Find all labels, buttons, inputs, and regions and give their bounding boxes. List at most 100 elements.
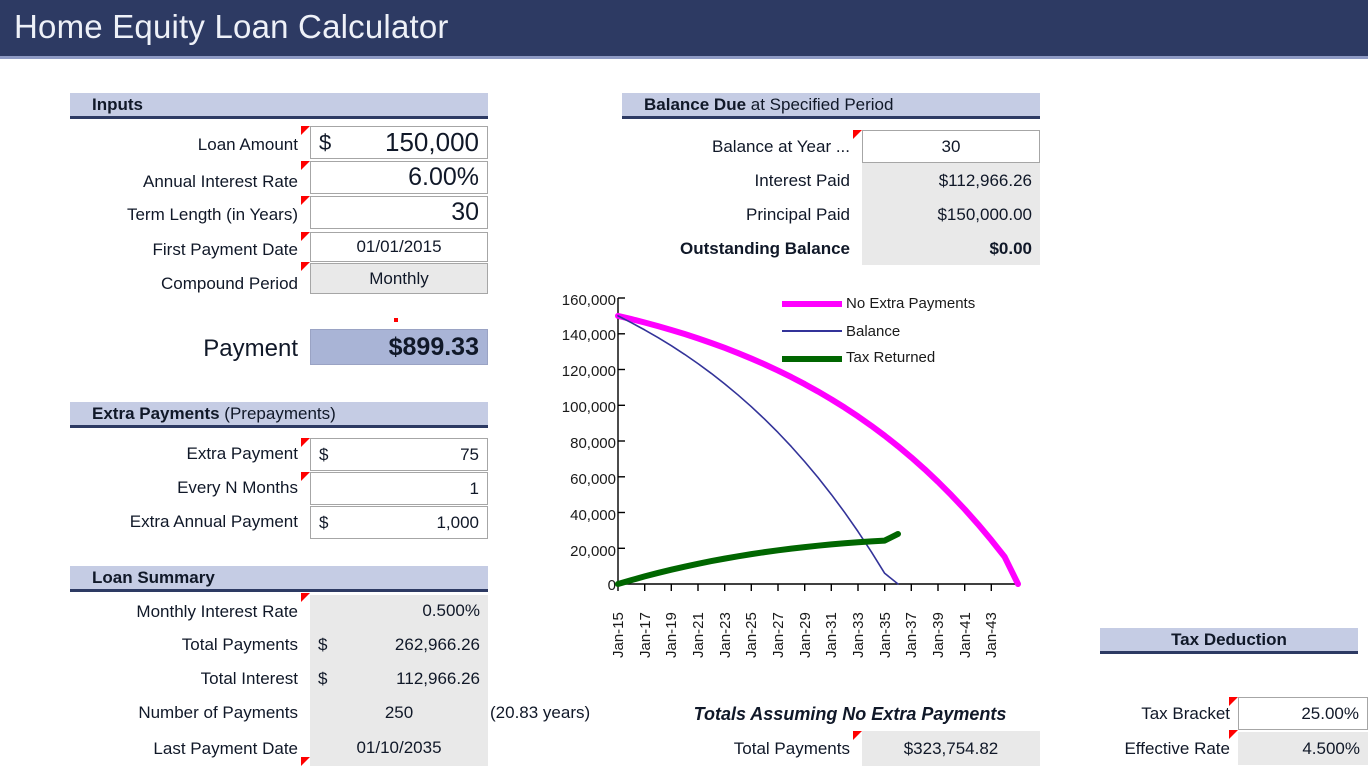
x-tick-7: Jan-29 <box>797 612 814 658</box>
x-tick-0: Jan-15 <box>610 612 627 658</box>
extra-payment-currency-symbol: $ <box>319 444 329 464</box>
x-tick-5: Jan-25 <box>743 612 760 658</box>
monthly-interest-rate-value: 0.500% <box>422 600 480 620</box>
interest-paid-value: $112,966.26 <box>938 170 1032 190</box>
value-totals-no-extra-total-payments-cell: $323,754.82 <box>862 731 1040 766</box>
principal-paid-value: $150,000.00 <box>937 204 1032 224</box>
totals-no-extra-heading: Totals Assuming No Extra Payments <box>693 704 1007 724</box>
value-number-of-payments-cell: 250 <box>310 697 488 728</box>
comment-marker-compound-period[interactable] <box>301 262 310 271</box>
value-total-payments-cell: $ 262,966.26 <box>310 629 488 660</box>
label-compound-period: Compound Period <box>160 274 298 293</box>
app-title-bar: Home Equity Loan Calculator <box>0 0 1368 59</box>
total-payments-value: 262,966.26 <box>394 634 480 654</box>
chart-plot-svg <box>615 297 1021 591</box>
label-annual-interest-rate: Annual Interest Rate <box>143 172 298 191</box>
comment-marker-totals-no-extra-total-payments[interactable] <box>853 731 862 740</box>
total-interest-value: 112,966.26 <box>396 668 480 688</box>
comment-marker-balance-at-year[interactable] <box>853 130 862 139</box>
x-tick-14: Jan-43 <box>983 612 1000 658</box>
term-length-value: 30 <box>451 198 479 226</box>
effective-rate-value: 4.500% <box>1302 738 1360 758</box>
balance-due-section-header: Balance Due at Specified Period <box>622 93 1040 119</box>
extra-payments-header-label: Extra Payments <box>92 404 220 423</box>
outstanding-balance-value: $0.00 <box>989 238 1032 258</box>
x-tick-9: Jan-33 <box>850 612 867 658</box>
comment-marker-every-n-months[interactable] <box>301 472 310 481</box>
legend-label-no-extra-payments: No Extra Payments <box>846 295 976 312</box>
value-outstanding-balance-cell: $0.00 <box>862 233 1040 264</box>
amortization-chart: 160,000 140,000 120,000 100,000 80,000 6… <box>528 290 1048 660</box>
extra-payments-section-header: Extra Payments (Prepayments) <box>70 402 488 428</box>
label-payment: Payment <box>203 335 298 362</box>
legend-label-tax-returned: Tax Returned <box>846 349 936 366</box>
label-number-of-payments: Number of Payments <box>138 703 298 722</box>
input-every-n-months[interactable]: 1 <box>310 472 488 505</box>
balance-due-header-sub: at Specified Period <box>746 95 894 114</box>
series-line-tax-returned <box>615 530 901 587</box>
input-extra-payment[interactable]: $ 75 <box>310 438 488 471</box>
label-extra-payment: Extra Payment <box>186 444 299 463</box>
legend-label-balance: Balance <box>846 323 901 340</box>
x-tick-4: Jan-23 <box>717 612 734 658</box>
label-totals-no-extra-total-payments: Total Payments <box>733 739 850 758</box>
input-annual-interest-rate[interactable]: 6.00% <box>310 161 488 194</box>
label-interest-paid: Interest Paid <box>754 171 850 190</box>
label-monthly-interest-rate: Monthly Interest Rate <box>136 602 298 621</box>
inputs-header-label: Inputs <box>92 95 143 114</box>
first-payment-date-value: 01/01/2015 <box>356 237 442 256</box>
payment-value: $899.33 <box>388 332 479 361</box>
input-loan-amount[interactable]: $ 150,000 <box>310 126 488 159</box>
extra-annual-payment-value: 1,000 <box>436 512 479 532</box>
x-tick-11: Jan-37 <box>903 612 920 658</box>
value-principal-paid-cell: $150,000.00 <box>862 199 1040 230</box>
label-effective-rate: Effective Rate <box>1124 739 1230 758</box>
input-first-payment-date[interactable]: 01/01/2015 <box>310 232 488 262</box>
compound-period-value: Monthly <box>369 268 429 288</box>
number-of-payments-note: (20.83 years) <box>490 703 591 722</box>
loan-amount-currency-symbol: $ <box>319 129 332 155</box>
balance-due-header-label: Balance Due <box>644 95 747 114</box>
tax-bracket-value: 25.00% <box>1301 703 1359 723</box>
comment-marker-monthly-interest-rate[interactable] <box>301 593 310 602</box>
x-tick-1: Jan-17 <box>637 612 654 658</box>
comment-marker-annual-interest-rate[interactable] <box>301 161 310 170</box>
loan-summary-section-header: Loan Summary <box>70 566 488 592</box>
label-outstanding-balance: Outstanding Balance <box>679 239 850 258</box>
comment-marker-last-payment-date[interactable] <box>301 757 310 766</box>
x-tick-10: Jan-35 <box>877 612 894 658</box>
comment-marker-first-payment-date[interactable] <box>301 232 310 241</box>
label-total-interest: Total Interest <box>200 669 298 688</box>
input-term-length[interactable]: 30 <box>310 196 488 229</box>
comment-marker-effective-rate[interactable] <box>1229 730 1238 739</box>
comment-marker-tax-bracket[interactable] <box>1229 697 1238 706</box>
total-payments-currency-symbol: $ <box>318 634 328 654</box>
input-balance-at-year[interactable]: 30 <box>862 130 1040 163</box>
input-extra-annual-payment[interactable]: $ 1,000 <box>310 506 488 539</box>
label-loan-amount: Loan Amount <box>197 135 298 154</box>
label-first-payment-date: First Payment Date <box>152 240 299 259</box>
comment-marker-extra-payment[interactable] <box>301 438 310 447</box>
annual-interest-rate-value: 6.00% <box>408 163 479 191</box>
label-every-n-months: Every N Months <box>177 478 298 497</box>
balance-at-year-value: 30 <box>941 136 961 156</box>
last-payment-date-value: 01/10/2035 <box>356 737 442 757</box>
extra-payments-header-sub: (Prepayments) <box>219 404 336 423</box>
loan-calculator-page: Home Equity Loan Calculator Inputs Loan … <box>0 0 1368 766</box>
total-interest-currency-symbol: $ <box>318 668 328 688</box>
tax-deduction-section-header: Tax Deduction <box>1100 628 1358 654</box>
legend-swatch-tax-returned <box>782 356 842 362</box>
x-tick-2: Jan-19 <box>663 612 680 658</box>
comment-marker-loan-amount[interactable] <box>301 126 310 135</box>
comment-marker-payment[interactable] <box>394 318 398 322</box>
x-tick-13: Jan-41 <box>957 612 974 658</box>
comment-marker-term-length[interactable] <box>301 196 310 205</box>
label-term-length: Term Length (in Years) <box>126 205 298 224</box>
tax-deduction-header-label: Tax Deduction <box>1171 630 1287 649</box>
input-compound-period[interactable]: Monthly <box>310 263 488 294</box>
every-n-months-value: 1 <box>469 478 479 498</box>
legend-swatch-no-extra-payments <box>782 301 842 307</box>
input-tax-bracket[interactable]: 25.00% <box>1238 697 1368 730</box>
payment-result-cell: $899.33 <box>310 329 488 365</box>
value-monthly-interest-rate-cell: 0.500% <box>310 595 488 626</box>
